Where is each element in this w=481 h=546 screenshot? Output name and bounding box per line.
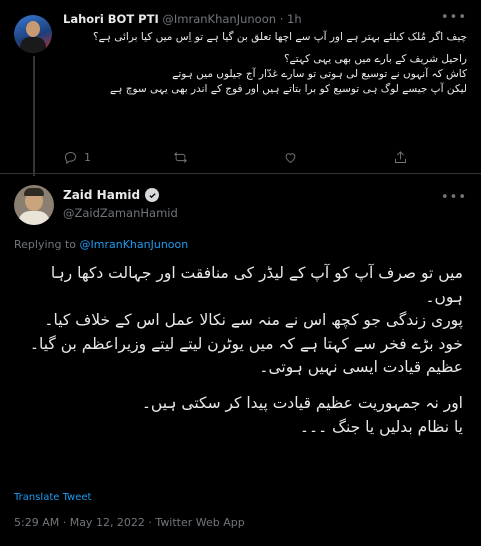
retweet-icon bbox=[174, 152, 187, 163]
avatar-lahori-bot-pti[interactable] bbox=[14, 15, 52, 53]
tweet2-name-row: Zaid Hamid bbox=[63, 188, 160, 202]
replying-to-label: Replying to bbox=[14, 238, 77, 251]
verified-badge-icon bbox=[145, 188, 160, 202]
tweet1-body: چیف اگر مُلک کیلئے بہتر ہے اور آپ سے اچھ… bbox=[63, 30, 467, 104]
replying-to: Replying to @ImranKhanJunoon bbox=[14, 238, 188, 251]
tweet2-line-6: یا نظام بدلیں یا جنگ ۔۔۔ bbox=[299, 417, 463, 436]
tweet1-header: Lahori BOT PTI @ImranKhanJunoon · 1h bbox=[63, 12, 302, 26]
more-options-icon[interactable]: ••• bbox=[441, 10, 467, 25]
reply-icon bbox=[65, 152, 76, 165]
more-options-icon[interactable]: ••• bbox=[441, 190, 467, 205]
translate-tweet-link[interactable]: Translate Tweet bbox=[14, 492, 91, 503]
tweet2-timestamp[interactable]: 5:29 AM · May 12, 2022 · Twitter Web App bbox=[14, 516, 245, 529]
thread-connector-line bbox=[33, 56, 35, 176]
retweet-button[interactable] bbox=[173, 150, 188, 165]
tweet-divider bbox=[0, 173, 481, 174]
tweet2-display-name[interactable]: Zaid Hamid bbox=[63, 188, 140, 202]
tweet1-separator: · bbox=[279, 12, 284, 26]
like-button[interactable] bbox=[283, 150, 298, 165]
avatar-zaid-hamid[interactable] bbox=[14, 185, 54, 225]
reply-count: 1 bbox=[84, 151, 91, 164]
tweet2-handle[interactable]: @ZaidZamanHamid bbox=[63, 206, 178, 220]
tweet1-display-name[interactable]: Lahori BOT PTI bbox=[63, 12, 159, 26]
tweet1-paragraph-1: چیف اگر مُلک کیلئے بہتر ہے اور آپ سے اچھ… bbox=[93, 31, 467, 43]
tweet2-line-3: خود بڑے فخر سے کہتا ہے کہ میں یوٹرن لیتے… bbox=[29, 334, 463, 353]
tweet2-line-4: عظیم قیادت ایسی نہیں ہوتی۔ bbox=[259, 358, 463, 377]
tweet2-line-1: میں تو صرف آپ کو آپ کے لیڈر کی منافقت او… bbox=[50, 264, 463, 306]
share-icon bbox=[395, 151, 406, 163]
tweet2-body: میں تو صرف آپ کو آپ کے لیڈر کی منافقت او… bbox=[14, 262, 463, 439]
tweet2-line-2: پوری زندگی جو کچھ اس نے منہ سے نکالا عمل… bbox=[44, 311, 463, 330]
like-icon bbox=[285, 153, 296, 164]
tweet1-action-bar: 1 bbox=[63, 150, 413, 168]
tweet1-handle[interactable]: @ImranKhanJunoon bbox=[162, 12, 276, 26]
replying-to-handle[interactable]: @ImranKhanJunoon bbox=[80, 238, 189, 251]
reply-button[interactable]: 1 bbox=[63, 150, 91, 165]
tweet1-time[interactable]: 1h bbox=[287, 12, 302, 26]
tweet1-paragraph-2: راحیل شریف کے بارے میں بھی یہی کہتے؟ کاش… bbox=[110, 53, 467, 95]
tweet2-line-5: اور نہ جمہوریت عظیم قیادت پیدا کر سکتی ہ… bbox=[141, 393, 463, 412]
share-button[interactable] bbox=[393, 150, 408, 165]
